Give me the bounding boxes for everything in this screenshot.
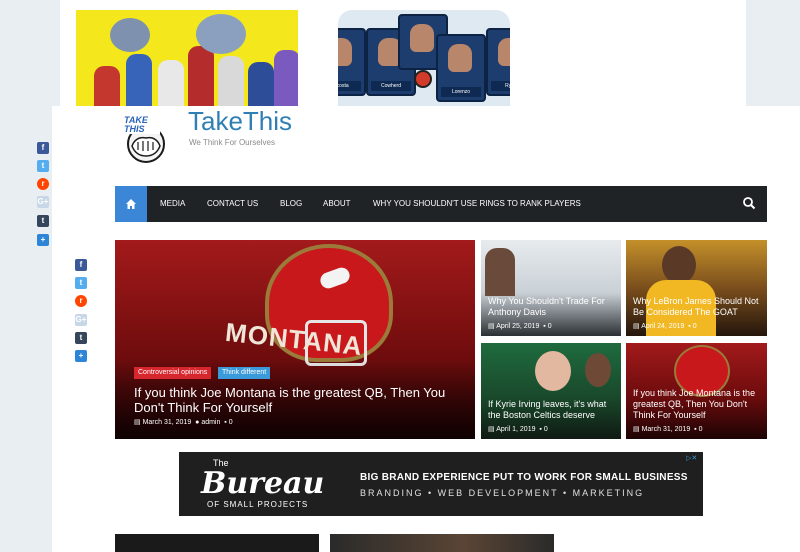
comment-icon: ▪: [688, 323, 691, 330]
nav-home-button[interactable]: [115, 186, 147, 222]
nav-item-rings[interactable]: WHY YOU SHOULDN'T USE RINGS TO RANK PLAY…: [373, 186, 581, 222]
nav-item-contact-us[interactable]: CONTACT US: [207, 186, 258, 222]
post-comments[interactable]: 0: [693, 323, 697, 330]
calendar-icon: ▤: [488, 426, 495, 433]
calendar-icon: ▤: [134, 419, 141, 426]
tile-title[interactable]: If Kyrie Irving leaves, it's what the Bo…: [488, 399, 618, 421]
calendar-icon: ▤: [633, 323, 640, 330]
more-share-icon[interactable]: +: [37, 234, 49, 246]
home-icon: [126, 199, 136, 209]
reddit-share-icon[interactable]: r: [37, 178, 49, 190]
tile-meta: ▤ April 1, 2019 ▪ 0: [488, 425, 548, 433]
tile-title[interactable]: If you think Joe Montana is the greatest…: [633, 388, 767, 421]
search-icon: [743, 197, 756, 210]
comment-icon: ▪: [224, 419, 227, 426]
post-date: April 1, 2019: [496, 426, 536, 433]
tile-meta: ▤ April 25, 2019 ▪ 0: [488, 322, 552, 330]
post-thumbnail[interactable]: [330, 534, 554, 552]
nav-search-button[interactable]: [742, 196, 758, 212]
facebook-share-icon[interactable]: f: [75, 259, 87, 271]
post-comments[interactable]: 0: [544, 426, 548, 433]
category-badge[interactable]: Controversial opinions: [134, 367, 212, 379]
tumblr-share-icon[interactable]: t: [75, 332, 87, 344]
nav-item-about[interactable]: ABOUT: [323, 186, 351, 222]
ad-headline: BIG BRAND EXPERIENCE PUT TO WORK FOR SMA…: [360, 472, 688, 483]
site-tagline: We Think For Ourselves: [189, 138, 275, 147]
twitter-share-icon[interactable]: t: [75, 277, 87, 289]
ad-choices-icon[interactable]: ▷✕: [686, 454, 697, 462]
post-date: April 24, 2019: [641, 323, 685, 330]
post-date: March 31, 2019: [142, 419, 192, 426]
tile-meta: ▤ March 31, 2019 ▪ 0: [633, 425, 702, 433]
tumblr-share-icon[interactable]: t: [37, 215, 49, 227]
post-comments[interactable]: 0: [699, 426, 703, 433]
ad-services: BRANDING • WEB DEVELOPMENT • MARKETING: [360, 488, 645, 498]
nav-item-blog[interactable]: BLOG: [280, 186, 302, 222]
tile-title[interactable]: Why LeBron James Should Not Be Considere…: [633, 296, 767, 318]
site-title[interactable]: TakeThis: [188, 106, 292, 137]
calendar-icon: ▤: [633, 426, 640, 433]
featured-post-title[interactable]: If you think Joe Montana is the greatest…: [134, 385, 454, 415]
featured-post-meta: ▤ March 31, 2019 ● admin ▪ 0: [134, 418, 233, 426]
site-logo[interactable]: TAKE THIS: [116, 112, 176, 164]
twitter-share-icon[interactable]: t: [37, 160, 49, 172]
reddit-share-icon[interactable]: r: [75, 295, 87, 307]
basketball-ad-image[interactable]: [76, 10, 298, 106]
post-comments[interactable]: 0: [229, 419, 233, 426]
comment-icon: ▪: [539, 426, 542, 433]
calendar-icon: ▤: [488, 323, 495, 330]
ad-brand-name: Bureau: [201, 466, 325, 501]
post-author[interactable]: admin: [201, 419, 220, 426]
googleplus-share-icon[interactable]: G+: [37, 196, 49, 208]
tile-title[interactable]: Why You Shouldn't Trade For Anthony Davi…: [488, 296, 616, 318]
tile-meta: ▤ April 24, 2019 ▪ 0: [633, 322, 697, 330]
logo-text: TAKE THIS: [124, 115, 148, 134]
googleplus-share-icon[interactable]: G+: [75, 314, 87, 326]
nav-item-media[interactable]: MEDIA: [160, 186, 185, 222]
category-badge[interactable]: Think different: [218, 367, 271, 379]
tv-panel-ad-image[interactable]: Acosta Cowherd Lorenzo Ryan: [338, 10, 510, 106]
comment-icon: ▪: [543, 323, 546, 330]
post-date: April 25, 2019: [496, 323, 540, 330]
facebook-share-icon[interactable]: f: [37, 142, 49, 154]
post-comments[interactable]: 0: [548, 323, 552, 330]
user-icon: ●: [195, 419, 200, 426]
ad-brand-logo: The Bureau OF SMALL PROJECTS: [195, 458, 345, 510]
post-date: March 31, 2019: [641, 426, 691, 433]
post-thumbnail[interactable]: [115, 534, 319, 552]
ad-brand-sub: OF SMALL PROJECTS: [207, 500, 309, 509]
comment-icon: ▪: [694, 426, 697, 433]
more-share-icon[interactable]: +: [75, 350, 87, 362]
